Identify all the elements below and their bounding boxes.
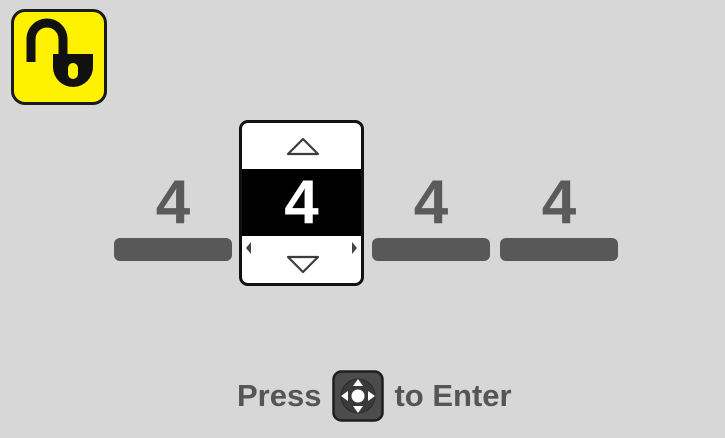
prompt-suffix: to Enter [394,378,512,413]
code-digit-4[interactable]: 4 [500,0,618,438]
next-digit-icon[interactable] [351,242,357,254]
digit-value: 4 [155,168,191,237]
code-digit-1[interactable]: 4 [114,0,232,438]
triangle-up-icon[interactable] [286,137,320,157]
dpad-enter-icon [332,370,385,422]
digit-underline [114,238,232,261]
enter-instruction: Press to Enter [237,369,512,423]
digit-value: 4 [541,168,577,237]
unlocked-padlock-icon [26,18,93,87]
selected-digit-value: 4 [284,168,319,237]
lock-status-badge [11,9,107,105]
prompt-prefix: Press [237,378,322,413]
digit-underline [500,238,618,261]
previous-digit-icon[interactable] [246,242,252,254]
digit-value: 4 [413,168,449,237]
triangle-down-icon[interactable] [286,254,320,274]
digit-underline [372,238,490,261]
code-digit-2-selected[interactable]: 4 [239,120,364,286]
